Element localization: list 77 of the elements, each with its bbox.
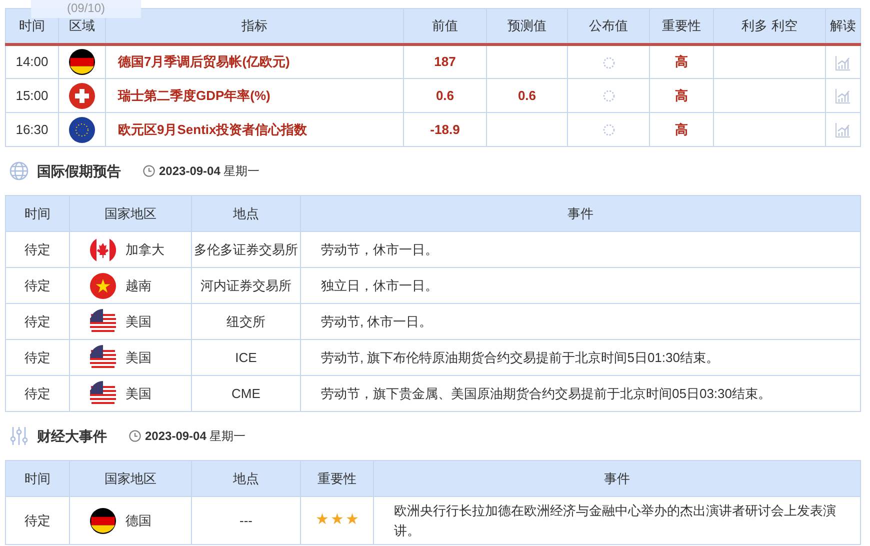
flag-icon — [69, 82, 95, 108]
column-header: 地点 — [192, 196, 300, 232]
flag-icon — [90, 236, 116, 262]
loading-icon — [602, 124, 614, 136]
column-header: 事件 — [374, 460, 860, 496]
column-header: 预测值 — [486, 8, 568, 44]
event-cell: 劳动节, 休市一日。 — [300, 304, 860, 340]
previous-value: 187 — [404, 44, 486, 78]
place-cell: 河内证券交易所 — [192, 268, 300, 304]
flag-icon — [90, 272, 116, 298]
flag-icon — [90, 308, 116, 334]
column-header: 指标 — [106, 8, 404, 44]
place-cell: CME — [192, 376, 300, 412]
sliders-icon — [9, 426, 29, 446]
previous-value: -18.9 — [404, 112, 486, 146]
place-cell: ICE — [192, 340, 300, 376]
chart-icon[interactable] — [835, 88, 851, 104]
country-name: 美国 — [126, 312, 152, 331]
column-header: 地点 — [192, 460, 300, 496]
event-cell: 劳动节，休市一日。 — [300, 232, 860, 268]
place-cell: 纽交所 — [192, 304, 300, 340]
column-header: 时间 — [6, 196, 70, 232]
event-cell: 劳动节，旗下贵金属、美国原油期货合约交易提前于北京时间05日03:30结束。 — [300, 376, 860, 412]
clock-icon — [143, 165, 155, 177]
section-date: 2023-09-04 星期一 — [159, 163, 260, 180]
time-cell: 待定 — [6, 268, 70, 304]
country-name: 美国 — [126, 348, 152, 367]
column-header: 国家地区 — [70, 196, 192, 232]
event-cell: 欧洲央行行长拉加德在欧洲经济与金融中心举办的杰出演讲者研讨会上发表演讲。 — [374, 496, 860, 544]
time-cell: 待定 — [6, 304, 70, 340]
importance-level: 高 — [650, 44, 714, 78]
time-cell: 14:00 — [6, 44, 58, 78]
star-icon: ★ — [316, 511, 328, 528]
previous-value: 0.6 — [404, 78, 486, 112]
importance-level: 高 — [650, 112, 714, 146]
column-header: 公布值 — [568, 8, 650, 44]
section-date: 2023-09-04 星期一 — [145, 428, 246, 445]
star-icon: ★ — [346, 511, 358, 528]
place-cell: --- — [192, 496, 300, 544]
date-tooltip: (09/10) — [31, 0, 141, 18]
forecast-value: 0.6 — [486, 78, 568, 112]
flag-icon — [90, 508, 116, 534]
globe-icon — [9, 161, 29, 181]
country-name: 美国 — [126, 384, 152, 403]
section-title: 财经大事件 — [37, 426, 107, 446]
time-cell: 待定 — [6, 232, 70, 268]
flag-icon — [90, 344, 116, 370]
column-header: 解读 — [826, 8, 860, 44]
chart-icon[interactable] — [835, 122, 851, 138]
loading-icon — [602, 56, 614, 69]
time-cell: 待定 — [6, 340, 70, 376]
event-cell: 独立日，休市一日。 — [300, 268, 860, 304]
event-cell: 劳动节, 旗下布伦特原油期货合约交易提前于北京时间5日01:30结束。 — [300, 340, 860, 376]
country-name: 德国 — [126, 512, 152, 530]
loading-icon — [602, 90, 614, 102]
column-header: 时间 — [6, 460, 70, 496]
column-header: 事件 — [300, 196, 860, 232]
column-header: 前值 — [404, 8, 486, 44]
flag-icon — [69, 116, 95, 142]
time-cell: 15:00 — [6, 78, 58, 112]
column-header: 利多 利空 — [714, 8, 826, 44]
flag-icon — [69, 49, 95, 75]
country-name: 加拿大 — [126, 240, 166, 259]
chart-icon[interactable] — [835, 54, 851, 71]
time-cell: 待定 — [6, 496, 70, 544]
section-title: 国际假期预告 — [37, 162, 121, 180]
flag-icon — [90, 380, 116, 406]
column-header: 重要性 — [300, 460, 374, 496]
column-header: 重要性 — [650, 8, 714, 44]
clock-icon — [129, 430, 141, 442]
time-cell: 16:30 — [6, 112, 58, 146]
time-cell: 待定 — [6, 376, 70, 412]
column-header: 国家地区 — [70, 460, 192, 496]
place-cell: 多伦多证券交易所 — [192, 232, 300, 268]
country-name: 越南 — [126, 276, 152, 295]
importance-level: 高 — [650, 78, 714, 112]
star-icon: ★ — [330, 511, 344, 528]
